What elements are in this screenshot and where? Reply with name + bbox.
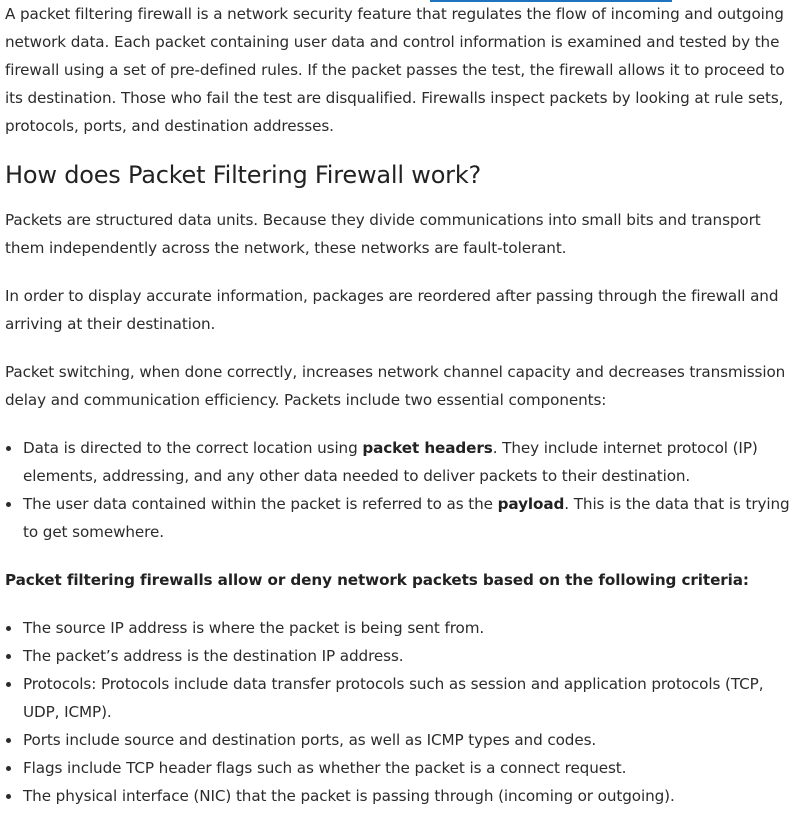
list-item: The physical interface (NIC) that the pa… xyxy=(6,782,791,810)
bullet-icon xyxy=(6,682,11,687)
list-item: The source IP address is where the packe… xyxy=(6,614,791,642)
list-item: The user data contained within the packe… xyxy=(6,490,791,546)
paragraph-packets: Packets are structured data units. Becau… xyxy=(5,211,761,257)
bullet-icon xyxy=(6,626,11,631)
section-heading: How does Packet Filtering Firewall work? xyxy=(5,161,482,189)
bullet-icon xyxy=(6,738,11,743)
list-item-text: Protocols: Protocols include data transf… xyxy=(23,675,764,721)
article-body: A packet filtering firewall is a network… xyxy=(5,0,791,810)
criteria-heading: Packet filtering firewalls allow or deny… xyxy=(5,571,749,589)
list-item-text: The user data contained within the packe… xyxy=(23,495,498,513)
list-item: Flags include TCP header flags such as w… xyxy=(6,754,791,782)
list-item: The packet’s address is the destination … xyxy=(6,642,791,670)
bullet-icon xyxy=(6,766,11,771)
bullet-icon xyxy=(6,446,11,451)
intro-paragraph: A packet filtering firewall is a network… xyxy=(5,5,785,135)
bullet-icon xyxy=(6,794,11,799)
list-item: Ports include source and destination por… xyxy=(6,726,791,754)
bullet-icon xyxy=(6,654,11,659)
criteria-list: The source IP address is where the packe… xyxy=(5,614,791,810)
list-item-text: The physical interface (NIC) that the pa… xyxy=(23,787,675,805)
paragraph-switching: Packet switching, when done correctly, i… xyxy=(5,363,786,409)
list-item-bold: packet headers xyxy=(362,439,493,457)
bullet-icon xyxy=(6,502,11,507)
list-item-text: Data is directed to the correct location… xyxy=(23,439,363,457)
list-item-bold: payload xyxy=(497,495,565,513)
list-item-text: The packet’s address is the destination … xyxy=(23,647,404,665)
list-item: Protocols: Protocols include data transf… xyxy=(6,670,791,726)
list-item-text: Ports include source and destination por… xyxy=(23,731,597,749)
list-item: Data is directed to the correct location… xyxy=(6,434,791,490)
components-list: Data is directed to the correct location… xyxy=(5,434,791,546)
paragraph-reorder: In order to display accurate information… xyxy=(5,287,779,333)
list-item-text: Flags include TCP header flags such as w… xyxy=(23,759,627,777)
list-item-text: The source IP address is where the packe… xyxy=(23,619,485,637)
